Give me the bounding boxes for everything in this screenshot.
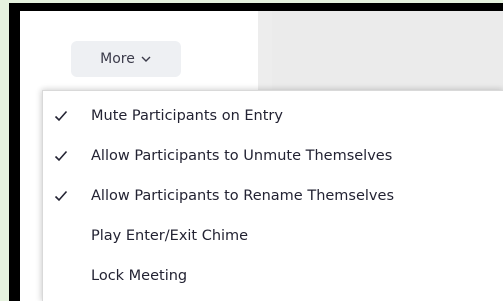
- more-button-label: More: [100, 51, 135, 67]
- menu-item-enter-exit-chime[interactable]: Play Enter/Exit Chime: [43, 223, 503, 249]
- menu-item-label: Allow Participants to Rename Themselves: [91, 188, 394, 204]
- menu-item-lock-meeting[interactable]: Lock Meeting: [43, 263, 503, 289]
- checkmark-icon: [54, 110, 68, 122]
- menu-item-label: Allow Participants to Unmute Themselves: [91, 148, 393, 164]
- menu-item-mute-on-entry[interactable]: Mute Participants on Entry: [43, 103, 503, 129]
- menu-item-allow-rename[interactable]: Allow Participants to Rename Themselves: [43, 183, 503, 209]
- chevron-down-icon: [141, 56, 151, 62]
- more-dropdown-menu: Mute Participants on Entry Allow Partici…: [42, 90, 503, 301]
- meeting-window: More Mute Participants on Entry Allow Pa…: [20, 11, 503, 301]
- more-button[interactable]: More: [71, 41, 181, 77]
- checkmark-icon: [54, 190, 68, 202]
- menu-item-label: Mute Participants on Entry: [91, 108, 283, 124]
- menu-item-label: Lock Meeting: [91, 268, 188, 284]
- menu-item-label: Play Enter/Exit Chime: [91, 228, 249, 244]
- menu-item-allow-unmute[interactable]: Allow Participants to Unmute Themselves: [43, 143, 503, 169]
- checkmark-icon: [54, 150, 68, 162]
